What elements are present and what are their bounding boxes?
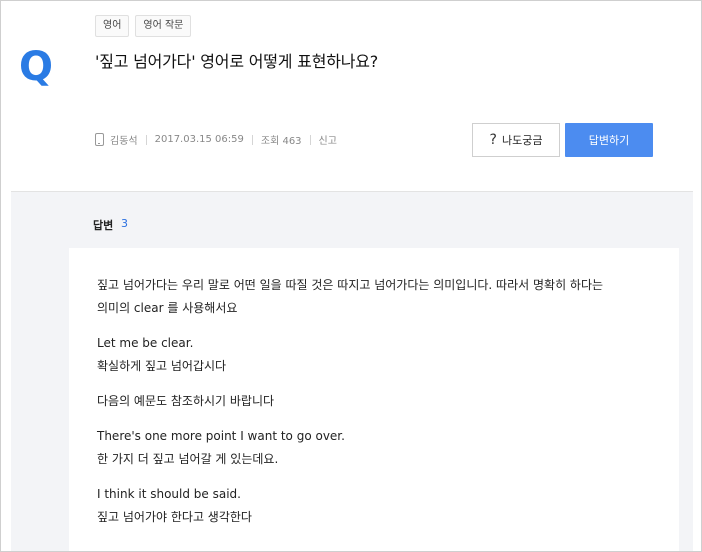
answer-line: I think it should be said.: [97, 487, 241, 501]
divider: [309, 134, 311, 145]
answer-line: 확실하게 짚고 넘어갑시다: [97, 359, 227, 373]
answer-line: 의미의 clear 를 사용해서요: [97, 301, 238, 315]
answer-line: 짚고 넘어가다는 우리 말로 어떤 일을 따질 것은 따지고 넘어가다는 의미입…: [97, 278, 604, 292]
report-link[interactable]: 신고: [319, 132, 337, 147]
question-meta: 김동석 2017.03.15 06:59 조회 463 신고: [95, 132, 337, 147]
answer-line: 짚고 넘어가야 한다고 생각한다: [97, 510, 252, 524]
answers-heading: 답변: [93, 219, 114, 232]
answer-line: Let me be clear.: [97, 336, 194, 350]
answer-paragraph: There's one more point I want to go over…: [97, 425, 657, 471]
question-card: Q 영어 영어 작문 '짚고 넘어가다' 영어로 어떻게 표현하나요? 김동석 …: [11, 1, 693, 191]
answer-line: There's one more point I want to go over…: [97, 429, 345, 443]
me-too-curious-button[interactable]: ? 나도궁금: [472, 123, 560, 157]
view-count: 조회 463: [260, 136, 302, 147]
answer-paragraph: I think it should be said. 짚고 넘어가야 한다고 생…: [97, 483, 657, 529]
mobile-icon: [95, 133, 104, 146]
author-name[interactable]: 김동석: [110, 132, 138, 147]
tag-english-writing[interactable]: 영어 작문: [135, 15, 192, 37]
answer-card: 짚고 넘어가다는 우리 말로 어떤 일을 따질 것은 따지고 넘어가다는 의미입…: [69, 248, 679, 551]
question-mark-icon: Q: [19, 44, 54, 90]
page-frame: Q 영어 영어 작문 '짚고 넘어가다' 영어로 어떻게 표현하나요? 김동석 …: [0, 0, 702, 552]
write-answer-button[interactable]: 답변하기: [565, 123, 653, 157]
divider: [251, 134, 253, 145]
me-too-curious-label: 나도궁금: [501, 134, 543, 147]
answer-paragraph: 짚고 넘어가다는 우리 말로 어떤 일을 따질 것은 따지고 넘어가다는 의미입…: [97, 274, 657, 320]
tag-english[interactable]: 영어: [95, 15, 130, 37]
answer-line: 한 가지 더 짚고 넘어갈 게 있는데요.: [97, 452, 279, 466]
tag-list: 영어 영어 작문: [95, 15, 192, 37]
question-title: '짚고 넘어가다' 영어로 어떻게 표현하나요?: [95, 52, 379, 71]
divider: [145, 134, 147, 145]
answer-paragraph: Let me be clear. 확실하게 짚고 넘어갑시다: [97, 332, 657, 378]
question-icon: ?: [489, 132, 497, 148]
post-datetime: 2017.03.15 06:59: [154, 134, 244, 145]
answer-line: 다음의 예문도 참조하시기 바랍니다: [97, 394, 275, 408]
answers-count: 3: [121, 217, 128, 230]
answer-body: 짚고 넘어가다는 우리 말로 어떤 일을 따질 것은 따지고 넘어가다는 의미입…: [97, 274, 657, 541]
answer-paragraph: 다음의 예문도 참조하시기 바랍니다: [97, 390, 657, 413]
